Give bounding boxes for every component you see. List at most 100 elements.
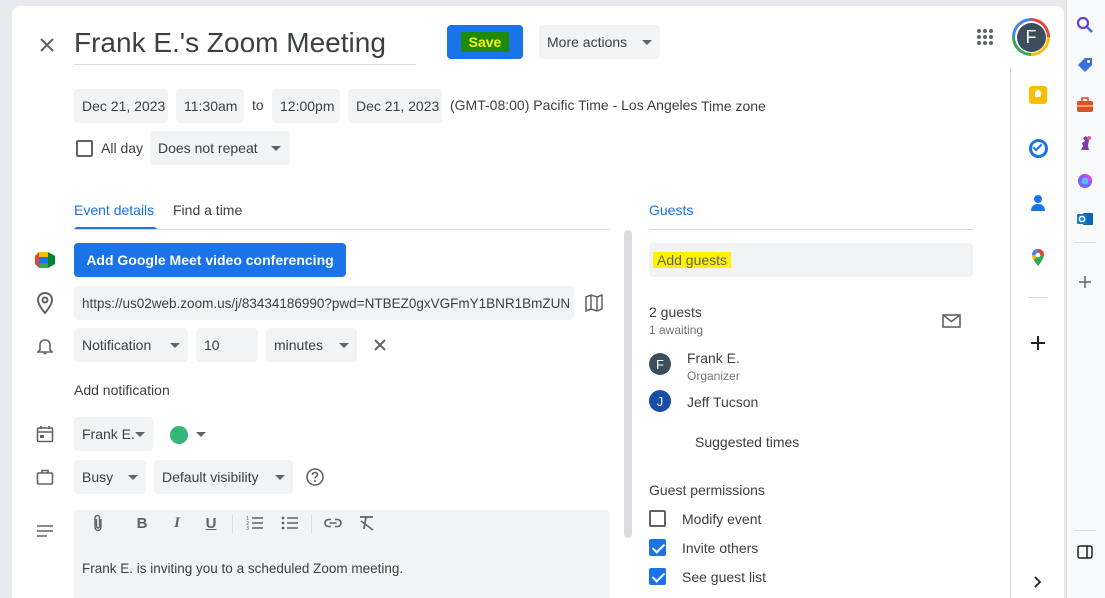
panel-divider: [1028, 297, 1048, 298]
tab-guests[interactable]: Guests: [649, 202, 693, 218]
visibility-dropdown[interactable]: Default visibility: [154, 460, 293, 494]
remove-notification-button[interactable]: [372, 337, 388, 353]
modify-event-checkbox[interactable]: [649, 510, 666, 527]
close-button[interactable]: [36, 34, 58, 56]
map-button[interactable]: [585, 294, 603, 312]
tab-event-details[interactable]: Event details: [74, 202, 154, 218]
chevron-right-icon[interactable]: [1027, 571, 1049, 593]
repeat-dropdown[interactable]: Does not repeat: [150, 131, 289, 165]
contacts-icon[interactable]: [1030, 194, 1046, 212]
bold-button[interactable]: B: [130, 511, 154, 535]
toolbox-icon[interactable]: [1074, 94, 1096, 116]
keep-icon[interactable]: [1029, 86, 1047, 104]
link-button[interactable]: [321, 511, 345, 535]
suggested-times-button[interactable]: Suggested times: [695, 434, 799, 450]
guest-awaiting: 1 awaiting: [649, 323, 704, 337]
account-avatar[interactable]: F: [1012, 18, 1050, 56]
search-icon[interactable]: [1074, 14, 1096, 36]
invite-others-checkbox[interactable]: [649, 539, 666, 556]
notification-unit-dropdown[interactable]: minutes: [266, 328, 357, 362]
more-actions-button[interactable]: More actions: [539, 25, 660, 59]
notification-type-dropdown[interactable]: Notification: [74, 328, 188, 362]
svg-text:3: 3: [246, 526, 249, 531]
briefcase-icon: [36, 468, 54, 486]
sidebar-divider: [1074, 530, 1096, 531]
add-guests-input[interactable]: Add guests: [649, 243, 973, 277]
close-icon: [374, 339, 386, 351]
plus-icon: [1031, 336, 1045, 350]
bullet-list-icon: [281, 516, 298, 530]
add-guests-placeholder: Add guests: [653, 252, 732, 268]
add-addon-button[interactable]: [1030, 335, 1046, 351]
end-date: Dec 21, 2023: [356, 98, 440, 114]
save-button[interactable]: Save: [447, 25, 523, 59]
all-day-checkbox[interactable]: [76, 140, 93, 157]
event-title: Frank E.'s Zoom Meeting: [74, 27, 386, 58]
guest-name[interactable]: Jeff Tucson: [687, 394, 758, 410]
chess-icon[interactable]: [1074, 132, 1096, 154]
toolbar-divider: [232, 515, 233, 533]
see-guest-list-checkbox[interactable]: [649, 568, 666, 585]
chevron-down-icon: [170, 342, 180, 348]
bell-icon: [37, 337, 53, 355]
notification-type: Notification: [82, 337, 152, 353]
all-day-label: All day: [101, 140, 144, 156]
location-value: https://us02web.zoom.us/j/83434186990?pw…: [82, 295, 571, 311]
clear-format-button[interactable]: [355, 511, 379, 535]
italic-button[interactable]: I: [165, 511, 189, 535]
chevron-down-icon: [135, 431, 145, 437]
timezone-button[interactable]: Time zone: [701, 98, 766, 114]
tag-icon[interactable]: [1074, 54, 1096, 76]
timezone-text[interactable]: (GMT-08:00) Pacific Time - Los Angeles: [450, 97, 697, 113]
to-label: to: [252, 97, 264, 113]
start-date: Dec 21, 2023: [82, 98, 166, 114]
notification-amount-input[interactable]: 10: [196, 328, 258, 362]
numbered-list-button[interactable]: 123: [243, 511, 267, 535]
busy-dropdown[interactable]: Busy: [74, 460, 146, 494]
guest-permissions-title: Guest permissions: [649, 482, 765, 498]
split-view-button[interactable]: [1074, 541, 1096, 563]
underline-button[interactable]: U: [199, 511, 223, 535]
guest-name[interactable]: Frank E.: [687, 350, 740, 366]
start-date-field[interactable]: Dec 21, 2023: [74, 89, 168, 123]
apps-grid-button[interactable]: [975, 27, 995, 47]
copilot-icon[interactable]: [1074, 170, 1096, 192]
calendar-owner: Frank E.: [82, 426, 135, 442]
description-icon: [36, 524, 54, 538]
repeat-value: Does not repeat: [158, 140, 258, 156]
tasks-icon[interactable]: [1029, 139, 1048, 158]
apps-grid-icon: [977, 29, 993, 45]
details-scrollbar[interactable]: [624, 230, 632, 538]
calendar-owner-dropdown[interactable]: Frank E.: [74, 417, 153, 451]
location-input[interactable]: https://us02web.zoom.us/j/83434186990?pw…: [74, 286, 574, 320]
end-time-field[interactable]: 12:00pm: [272, 89, 340, 123]
underline-icon: U: [205, 514, 217, 532]
event-color-dropdown[interactable]: [170, 426, 210, 444]
end-date-field[interactable]: Dec 21, 2023: [348, 89, 442, 123]
description-text: Frank E. is inviting you to a scheduled …: [82, 561, 404, 576]
add-meet-label: Add Google Meet video conferencing: [86, 252, 334, 268]
mail-icon: [942, 314, 961, 328]
visibility-help-button[interactable]: [305, 467, 325, 487]
google-meet-icon: [35, 252, 55, 268]
chevron-down-icon: [196, 432, 206, 437]
more-actions-label: More actions: [547, 34, 628, 50]
bullet-list-button[interactable]: [278, 511, 302, 535]
start-time-field[interactable]: 11:30am: [176, 89, 244, 123]
outlook-icon[interactable]: [1074, 208, 1096, 230]
sidebar-divider: [1074, 242, 1096, 243]
event-title-input[interactable]: Frank E.'s Zoom Meeting: [74, 22, 416, 65]
chevron-down-icon: [339, 342, 349, 348]
add-notification-link[interactable]: Add notification: [74, 382, 170, 398]
email-guests-button[interactable]: [942, 313, 961, 329]
maps-icon[interactable]: [1031, 248, 1045, 267]
permission-label: Modify event: [682, 511, 762, 527]
guests-divider: [649, 229, 973, 230]
add-meet-button[interactable]: Add Google Meet video conferencing: [74, 243, 346, 277]
browser-sidebar: [1066, 0, 1105, 598]
chevron-down-icon: [275, 474, 285, 480]
attach-button[interactable]: [86, 511, 110, 535]
side-panel-divider: [1010, 68, 1011, 598]
add-sidebar-app-button[interactable]: [1074, 271, 1096, 293]
tab-find-time[interactable]: Find a time: [173, 202, 242, 218]
